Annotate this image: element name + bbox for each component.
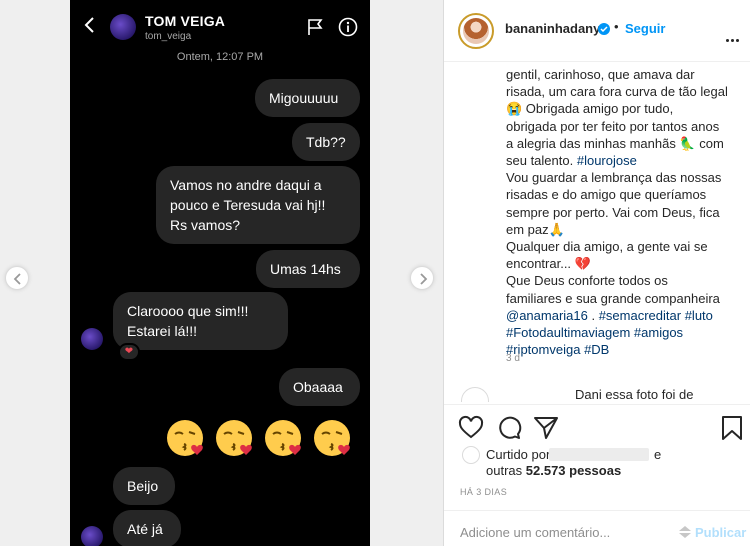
post-header: bananinhadany • Seguir: [444, 0, 750, 62]
kiss-emoji-icon: [216, 420, 252, 456]
mention-link[interactable]: @anamaria16: [506, 308, 588, 323]
kiss-emoji-icon: [167, 420, 203, 456]
message-bubble: Beijo: [113, 467, 175, 505]
comment-preview: Dani essa foto foi de: [458, 384, 748, 402]
dm-contact-handle: tom_veiga: [145, 31, 192, 42]
message-bubble: Vamos no andre daqui a pouco e Teresuda …: [156, 166, 360, 244]
profile-avatar[interactable]: [458, 13, 494, 49]
commenter-avatar[interactable]: [461, 387, 489, 402]
verified-badge-icon: [598, 23, 610, 35]
message-bubble: Tdb??: [292, 123, 360, 161]
more-options-icon[interactable]: [726, 29, 741, 47]
kiss-emoji-icon: [314, 420, 350, 456]
dm-header: TOM VEIGA tom_veiga: [70, 0, 370, 50]
hashtag-link[interactable]: #amigos: [634, 325, 683, 340]
comment-input[interactable]: [460, 525, 660, 540]
hashtag-link[interactable]: #lourojose: [577, 153, 637, 168]
share-icon[interactable]: [533, 415, 559, 441]
save-bookmark-icon[interactable]: [719, 415, 745, 441]
carousel-indicator: [208, 538, 232, 546]
liker-avatar[interactable]: [462, 446, 480, 464]
chevron-right-icon: [420, 273, 428, 285]
back-arrow-icon: [84, 17, 94, 33]
prev-media-button[interactable]: [5, 266, 29, 290]
likes-and: e: [654, 447, 662, 462]
info-icon: [338, 17, 358, 37]
message-bubble: Umas 14hs: [256, 250, 360, 288]
liker-name-redacted: [549, 448, 649, 461]
follow-button[interactable]: Seguir: [625, 21, 665, 36]
kiss-emoji-row: [165, 417, 365, 461]
caption-age: 3 d: [506, 353, 520, 364]
publish-button[interactable]: Publicar: [695, 525, 746, 540]
dm-contact-name: TOM VEIGA: [145, 13, 226, 29]
message-bubble: Migouuuuu: [255, 79, 360, 117]
hashtag-link[interactable]: #Fotodaultimaviagem: [506, 325, 630, 340]
post-date: HÁ 3 DIAS: [460, 487, 508, 497]
profile-username[interactable]: bananinhadany: [505, 21, 600, 36]
separator-dot: •: [614, 19, 619, 34]
message-bubble: Até já: [113, 510, 181, 546]
dm-contact-avatar: [110, 14, 136, 40]
dm-contact-avatar-small: [81, 328, 103, 350]
likes-summary: Curtido por e outras 52.573 pessoas: [444, 444, 750, 480]
instagram-post-view: TOM VEIGA tom_veiga Ontem, 12:07 PM Migo…: [0, 0, 750, 546]
post-actions-bar: [444, 404, 750, 448]
dm-screenshot: TOM VEIGA tom_veiga Ontem, 12:07 PM Migo…: [70, 0, 370, 546]
next-media-button[interactable]: [410, 266, 434, 290]
kiss-emoji-icon: [265, 420, 301, 456]
add-comment-bar: Publicar: [444, 510, 750, 546]
comment-text: Dani essa foto foi de: [575, 387, 694, 402]
dm-contact-avatar-small: [81, 526, 103, 546]
hashtag-link[interactable]: #luto: [685, 308, 713, 323]
chevron-left-icon: [13, 273, 21, 285]
heart-reaction: ❤: [118, 343, 140, 361]
hashtag-link[interactable]: #DB: [584, 342, 609, 357]
hashtag-link[interactable]: #semacreditar: [599, 308, 681, 323]
likes-count[interactable]: outras 52.573 pessoas: [486, 463, 621, 478]
dm-timestamp: Ontem, 12:07 PM: [176, 51, 264, 63]
emoji-picker-icon[interactable]: [678, 525, 692, 539]
comment-icon[interactable]: [496, 415, 522, 441]
post-side-panel: bananinhadany • Seguir gentil, carinhoso…: [443, 0, 750, 546]
post-media-area: TOM VEIGA tom_veiga Ontem, 12:07 PM Migo…: [0, 0, 443, 546]
like-heart-icon[interactable]: [458, 415, 484, 441]
flag-icon: [308, 19, 323, 35]
message-bubble: Obaaaa: [279, 368, 360, 406]
post-caption: gentil, carinhoso, que amava dar risada,…: [506, 67, 728, 358]
likes-prefix: Curtido por: [486, 447, 551, 462]
message-bubble: Claroooo que sim!!! Estarei lá!!!: [113, 292, 288, 350]
